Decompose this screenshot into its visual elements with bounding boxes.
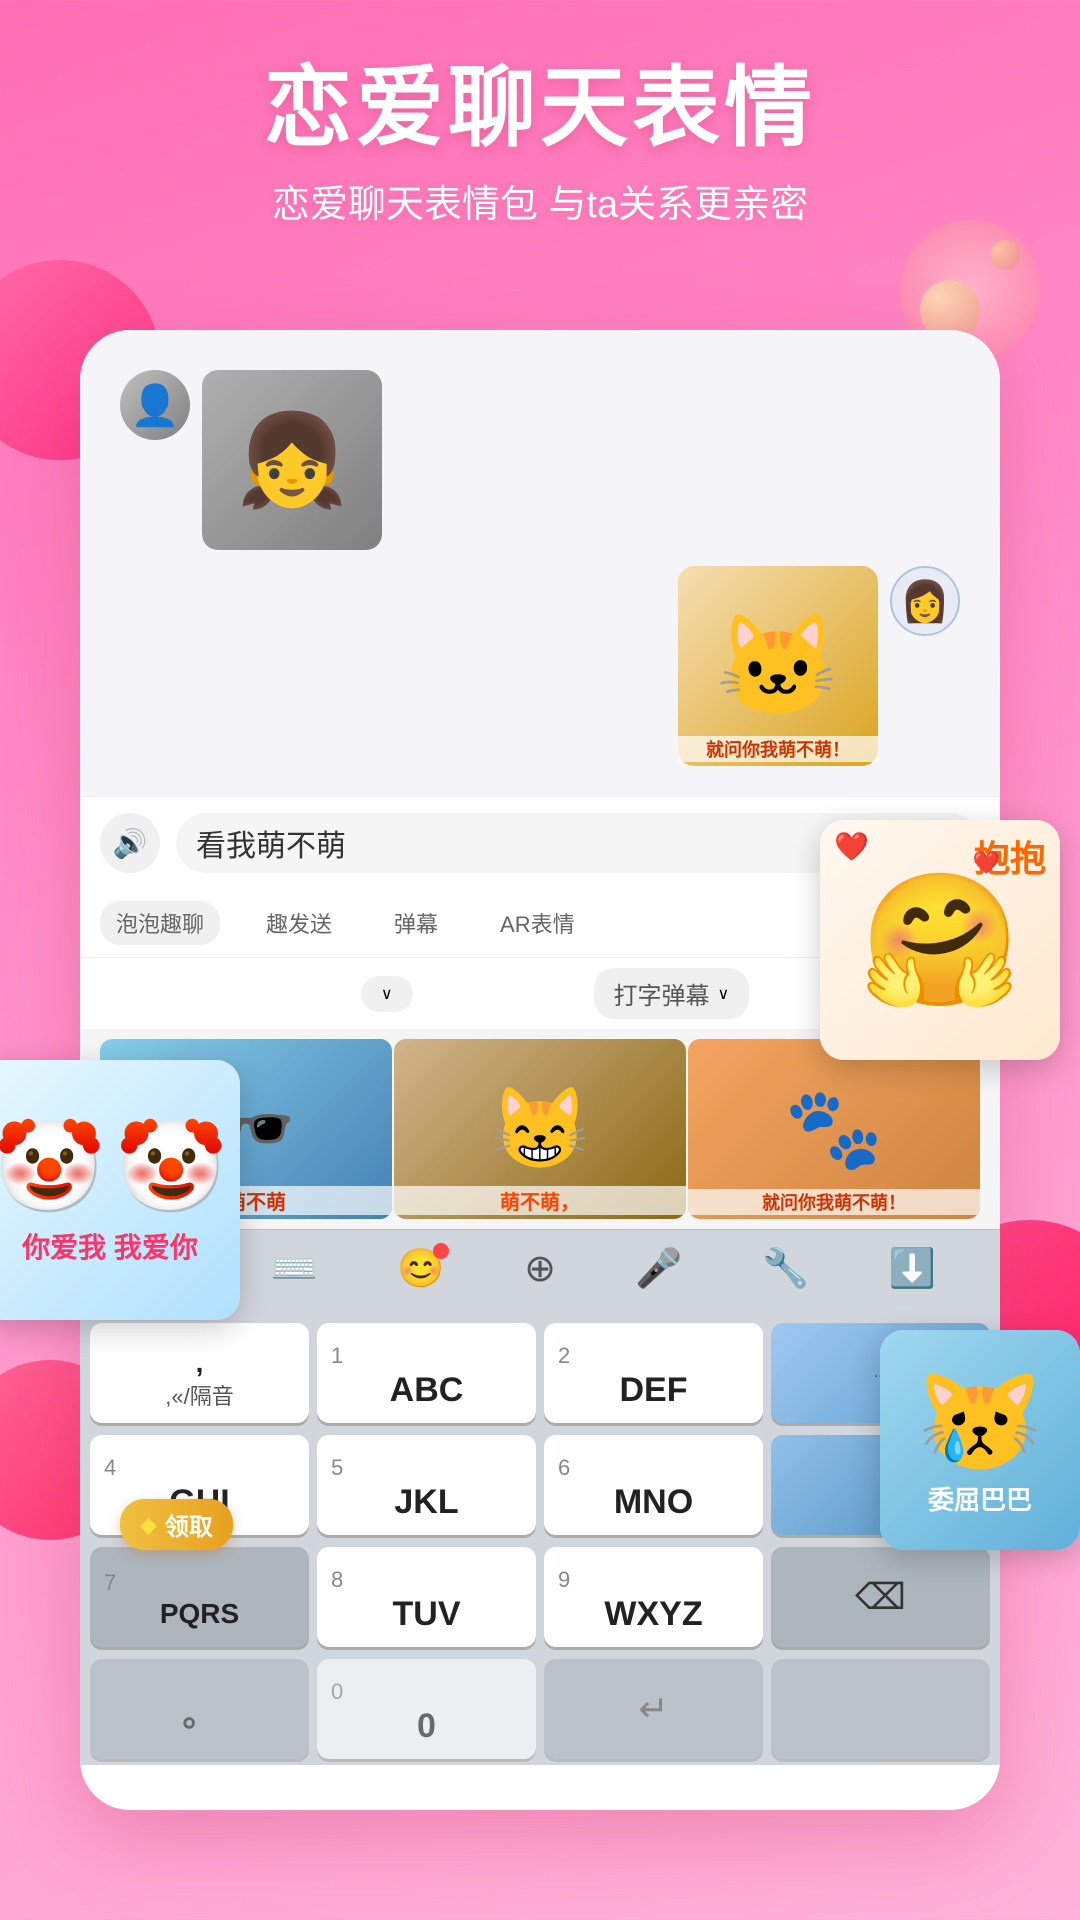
emoji-icon-container: 😊 xyxy=(397,1247,444,1291)
collapse-icon: ∨ xyxy=(381,984,393,1004)
kb-key-zero-num: 0 xyxy=(331,1681,343,1703)
kb-key-abc[interactable]: 1 ABC xyxy=(317,1323,536,1423)
input-text: 看我萌不萌 xyxy=(196,821,346,865)
toolbar-tab-1[interactable]: 泡泡趣聊 xyxy=(100,901,220,945)
kb-key-wxyz[interactable]: 9 WXYZ xyxy=(544,1547,763,1647)
kb-key-mno-num: 6 xyxy=(558,1457,570,1479)
kb-key-def-num: 2 xyxy=(558,1345,570,1367)
avatar-left-1: 👤 xyxy=(120,370,190,440)
msg-left-1: 👤 👧 xyxy=(120,370,960,550)
kb-key-mno[interactable]: 6 MNO xyxy=(544,1435,763,1535)
collapse-button[interactable]: ∨ xyxy=(361,976,413,1012)
kb-key-space[interactable] xyxy=(771,1659,990,1759)
clown-char-1: 🤡 xyxy=(0,1115,105,1220)
kb-key-wxyz-num: 9 xyxy=(558,1569,570,1591)
sticker-caption-1: 就问你我萌不萌！ xyxy=(678,736,878,762)
cat-emoji: 😿 xyxy=(918,1363,1043,1480)
keyboard-icon[interactable]: ⌨️ xyxy=(271,1247,318,1291)
mic-icon[interactable]: 🎤 xyxy=(635,1247,682,1291)
typing-bullet-text: 打字弹幕 xyxy=(614,976,710,1011)
kb-key-comma[interactable]: , ,«/隔音 xyxy=(90,1323,309,1423)
cat-sticker-container: 🐱 就问你我萌不萌！ xyxy=(678,566,878,766)
kb-key-delete[interactable]: ⌫ xyxy=(771,1547,990,1647)
kb-key-period-letters: 。 xyxy=(183,1687,217,1736)
title-area: 恋爱聊天表情 恋爱聊天表情包 与ta关系更亲密 xyxy=(0,60,1080,228)
kb-key-mno-letters: MNO xyxy=(614,1483,693,1522)
kb-key-comma-sub: ,«/隔音 xyxy=(165,1379,233,1411)
typing-bullet-button[interactable]: 打字弹幕 ∨ xyxy=(594,968,750,1019)
kb-row-4: 。 0 0 ↵ xyxy=(80,1653,1000,1765)
hug-character: 🤗 xyxy=(859,864,1021,1017)
kb-key-pqrs-num: 7 xyxy=(104,1572,116,1594)
delete-icon: ⌫ xyxy=(855,1576,906,1618)
clown-characters: 🤡 🤡 xyxy=(0,1115,227,1220)
kb-key-period[interactable]: 。 xyxy=(90,1659,309,1759)
toolbar-tab-3[interactable]: 弹幕 xyxy=(378,901,454,945)
kb-key-jkl[interactable]: 5 JKL xyxy=(317,1435,536,1535)
clown-char-2: 🤡 xyxy=(115,1115,227,1220)
kb-key-abc-num: 1 xyxy=(331,1345,343,1367)
sticker-cell-3[interactable]: 🐾 就问你我萌不萌！ xyxy=(688,1039,980,1219)
kb-row-3: 7 PQRS 8 TUV 9 WXYZ ⌫ xyxy=(80,1541,1000,1653)
download-badge[interactable]: ◆ 领取 xyxy=(120,1499,233,1550)
bubble-deco-2 xyxy=(990,240,1020,270)
floating-sticker-hug: 抱抱 ❤️ ❤️ 🤗 xyxy=(820,820,1060,1060)
kb-key-zero-letters: 0 xyxy=(417,1707,436,1746)
sticker-cell-2[interactable]: 😸 萌不萌， xyxy=(394,1039,686,1219)
kb-key-comma-letters: , xyxy=(196,1347,204,1379)
clown-sticker-bg: 🤡 🤡 你爱我 我爱你 xyxy=(0,1060,240,1320)
kb-key-abc-letters: ABC xyxy=(390,1371,464,1410)
hug-heart-1: ❤️ xyxy=(834,830,869,863)
chat-area: 👤 👧 🐱 就问你我萌不萌！ 👩 xyxy=(80,330,1000,796)
kb-key-tuv-num: 8 xyxy=(331,1569,343,1591)
speak-button[interactable]: 🔊 xyxy=(100,813,160,873)
sticker-cat3-label: 就问你我萌不萌！ xyxy=(688,1189,980,1215)
kb-key-tuv[interactable]: 8 TUV xyxy=(317,1547,536,1647)
chat-messages: 👤 👧 🐱 就问你我萌不萌！ 👩 xyxy=(100,350,980,776)
plus-icon[interactable]: ⊕ xyxy=(524,1246,556,1291)
dropdown-arrow-icon: ∨ xyxy=(718,984,730,1004)
kb-key-ghi-num: 4 xyxy=(104,1457,116,1479)
hug-sticker-bg: 抱抱 ❤️ ❤️ 🤗 xyxy=(820,820,1060,1060)
toolbar-tab-4[interactable]: AR表情 xyxy=(484,901,591,945)
hug-heart-2: ❤️ xyxy=(973,850,1000,876)
cat-text: 委屈巴巴 xyxy=(928,1480,1032,1517)
floating-sticker-cat: 😿 委屈巴巴 xyxy=(880,1330,1080,1550)
kb-key-wxyz-letters: WXYZ xyxy=(604,1595,702,1634)
main-title: 恋爱聊天表情 xyxy=(0,60,1080,157)
kb-key-enter[interactable]: ↵ xyxy=(544,1659,763,1759)
floating-sticker-clown: 🤡 🤡 你爱我 我爱你 xyxy=(0,1060,240,1320)
sub-title: 恋爱聊天表情包 与ta关系更亲密 xyxy=(0,173,1080,228)
kb-key-jkl-num: 5 xyxy=(331,1457,343,1479)
kb-key-pqrs[interactable]: 7 PQRS xyxy=(90,1547,309,1647)
avatar-right-1: 👩 xyxy=(890,566,960,636)
toolbar-tab-2[interactable]: 趣发送 xyxy=(250,901,348,945)
cat-sticker-bg: 😿 委屈巴巴 xyxy=(880,1330,1080,1550)
diamond-icon: ◆ xyxy=(140,1512,157,1538)
enter-icon: ↵ xyxy=(638,1688,668,1730)
kb-key-pqrs-letters: PQRS xyxy=(160,1598,239,1630)
tools-icon[interactable]: 🔧 xyxy=(762,1247,809,1291)
download-badge-text: 领取 xyxy=(165,1507,213,1542)
notification-dot xyxy=(433,1243,449,1259)
send-icon[interactable]: ⬇️ xyxy=(889,1247,936,1291)
sticker-photo-left: 👧 xyxy=(202,370,382,550)
kb-key-zero[interactable]: 0 0 xyxy=(317,1659,536,1759)
kb-key-def-letters: DEF xyxy=(620,1371,688,1410)
kb-key-jkl-letters: JKL xyxy=(394,1483,458,1522)
kb-key-def[interactable]: 2 DEF xyxy=(544,1323,763,1423)
msg-right-1: 🐱 就问你我萌不萌！ 👩 xyxy=(120,566,960,766)
kb-key-tuv-letters: TUV xyxy=(393,1595,461,1634)
sticker-cat2-label: 萌不萌， xyxy=(394,1186,686,1215)
kb-row-1: , ,«/隔音 1 ABC 2 DEF ... xyxy=(80,1317,1000,1429)
clown-text: 你爱我 我爱你 xyxy=(22,1226,198,1266)
